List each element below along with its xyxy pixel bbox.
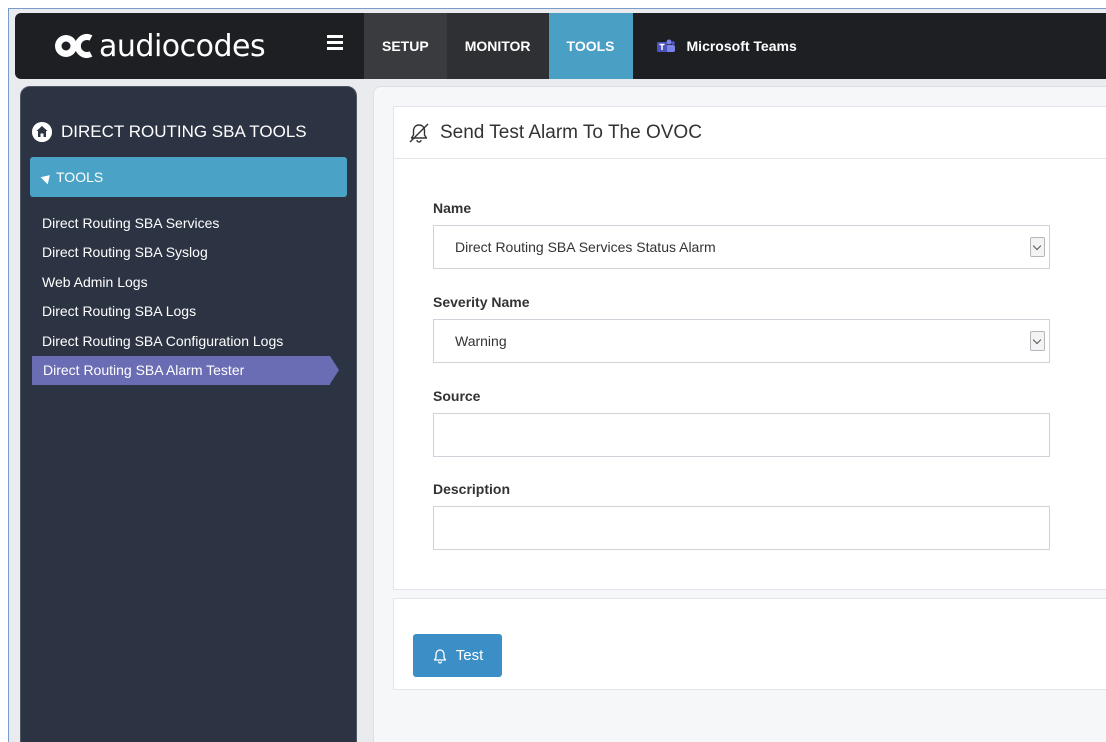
name-select[interactable]: Direct Routing SBA Services Status Alarm <box>433 225 1050 269</box>
home-icon <box>32 122 52 142</box>
sidebar-menu: Direct Routing SBA Services Direct Routi… <box>32 209 340 385</box>
nav-monitor[interactable]: MONITOR <box>446 13 549 79</box>
severity-select[interactable]: Warning <box>433 319 1050 363</box>
main-content: Send Test Alarm To The OVOC Name Direct … <box>373 86 1106 742</box>
app-frame: audiocodes SETUP MONITOR TOOLS Microsoft… <box>8 8 1106 742</box>
sidebar-section-tools[interactable]: TOOLS <box>30 157 347 197</box>
name-label: Name <box>433 200 472 216</box>
test-button-label: Test <box>455 647 484 664</box>
chevron-down-icon <box>1030 331 1045 351</box>
alarm-form-card: Send Test Alarm To The OVOC Name Direct … <box>393 106 1106 590</box>
description-label: Description <box>433 481 511 497</box>
chevron-down-icon <box>1030 237 1045 257</box>
sidebar-section-label: TOOLS <box>56 169 104 185</box>
microsoft-teams-icon <box>656 39 675 52</box>
sidebar-item-sba-logs[interactable]: Direct Routing SBA Logs <box>42 297 340 326</box>
card-header: Send Test Alarm To The OVOC <box>394 107 1106 159</box>
bell-icon <box>433 648 446 664</box>
nav-microsoft-teams[interactable]: Microsoft Teams <box>633 13 797 79</box>
bell-slash-icon <box>409 123 429 143</box>
source-input[interactable] <box>433 413 1050 457</box>
test-button[interactable]: Test <box>413 634 502 677</box>
severity-select-value: Warning <box>455 333 507 349</box>
action-card: Test <box>393 598 1106 690</box>
severity-label: Severity Name <box>433 294 530 310</box>
caret-down-icon <box>40 171 54 185</box>
sidebar-item-sba-services[interactable]: Direct Routing SBA Services <box>42 209 340 238</box>
sidebar-item-sba-alarm-tester[interactable]: Direct Routing SBA Alarm Tester <box>32 355 339 385</box>
name-select-value: Direct Routing SBA Services Status Alarm <box>455 239 716 255</box>
audiocodes-logo-mark-icon <box>55 34 93 58</box>
nav-setup[interactable]: SETUP <box>364 13 447 79</box>
audiocodes-logo[interactable]: audiocodes <box>53 28 266 64</box>
sidebar-item-sba-syslog[interactable]: Direct Routing SBA Syslog <box>42 238 340 267</box>
sidebar: DIRECT ROUTING SBA TOOLS TOOLS Direct Ro… <box>20 86 357 742</box>
sidebar-item-sba-configuration-logs[interactable]: Direct Routing SBA Configuration Logs <box>42 327 340 356</box>
page-title: Send Test Alarm To The OVOC <box>440 121 702 143</box>
logo-text: audiocodes <box>99 28 266 64</box>
source-label: Source <box>433 388 481 404</box>
sidebar-title-text: DIRECT ROUTING SBA TOOLS <box>61 122 307 141</box>
nav-tools[interactable]: TOOLS <box>548 13 633 79</box>
sidebar-item-web-admin-logs[interactable]: Web Admin Logs <box>42 268 340 297</box>
main-nav: SETUP MONITOR TOOLS Microsoft Teams <box>364 13 797 79</box>
hamburger-menu-icon[interactable] <box>327 35 343 55</box>
teams-label: Microsoft Teams <box>686 38 797 54</box>
description-input[interactable] <box>433 506 1050 550</box>
sidebar-title: DIRECT ROUTING SBA TOOLS <box>32 122 307 142</box>
top-navbar: audiocodes SETUP MONITOR TOOLS Microsoft… <box>15 13 1106 79</box>
